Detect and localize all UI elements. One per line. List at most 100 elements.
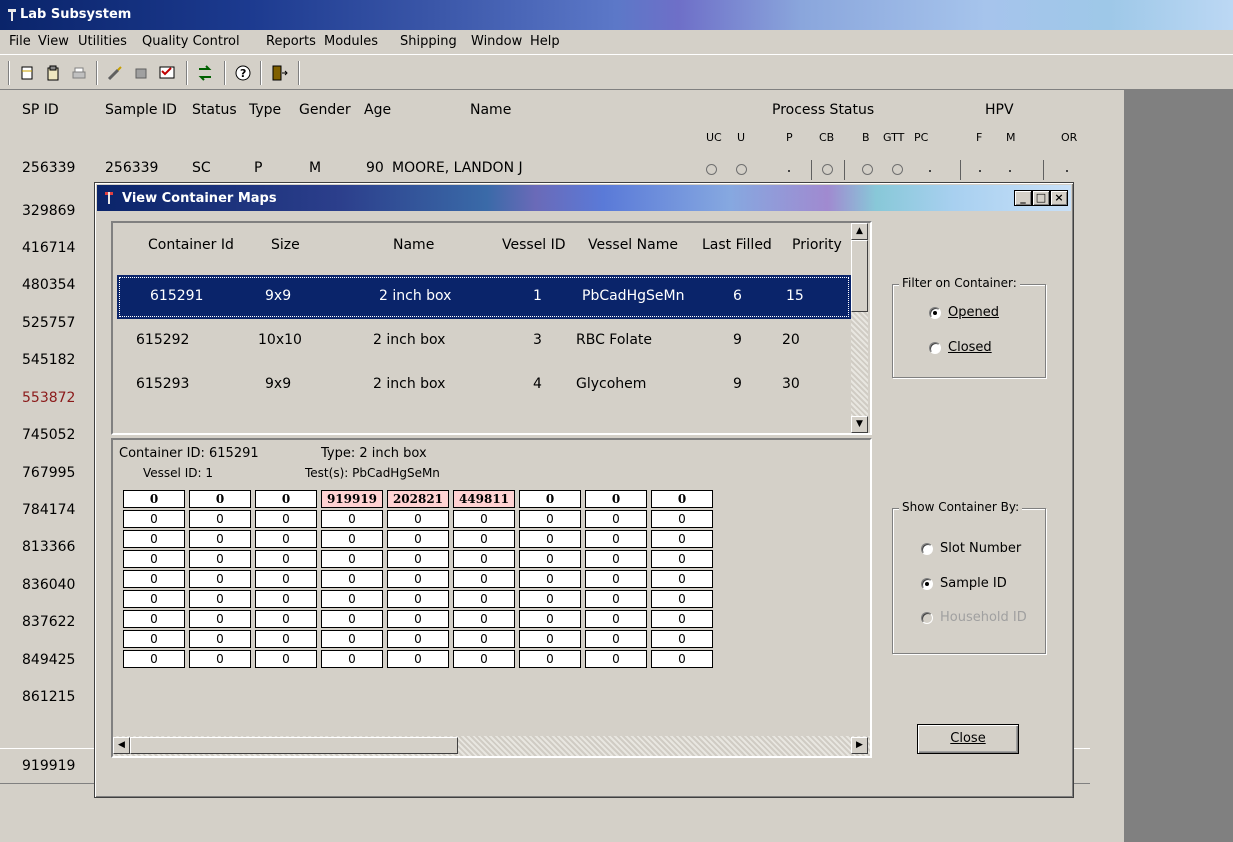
container-list[interactable]: Container Id Size Name Vessel ID Vessel … <box>111 221 872 435</box>
map-slot-cell[interactable]: 0 <box>123 610 185 628</box>
list-row-selected[interactable]: 615291 9x9 2 inch box 1 PbCadHgSeMn 6 15 <box>117 275 851 319</box>
map-slot-cell[interactable]: 0 <box>255 650 317 668</box>
map-slot-cell[interactable]: 0 <box>585 650 647 668</box>
syringe-icon[interactable] <box>104 62 126 84</box>
map-slot-cell[interactable]: 0 <box>255 490 317 508</box>
map-slot-cell[interactable]: 0 <box>585 530 647 548</box>
list-header-vessel-name[interactable]: Vessel Name <box>588 237 678 253</box>
map-slot-cell[interactable]: 0 <box>519 530 581 548</box>
list-header-size[interactable]: Size <box>271 237 300 253</box>
filter-opened-radio[interactable]: Opened <box>929 305 999 320</box>
map-slot-cell[interactable]: 0 <box>519 510 581 528</box>
map-slot-cell[interactable]: 0 <box>189 650 251 668</box>
map-slot-cell[interactable]: 0 <box>585 510 647 528</box>
map-slot-cell[interactable]: 0 <box>387 590 449 608</box>
map-slot-cell[interactable]: 0 <box>189 550 251 568</box>
map-slot-cell[interactable]: 0 <box>651 530 713 548</box>
list-row[interactable]: 615293 9x9 2 inch box 4 Glycohem 9 30 <box>117 363 851 407</box>
map-slot-cell[interactable]: 0 <box>189 570 251 588</box>
sp-id-item[interactable]: 767995 <box>22 465 75 481</box>
map-horizontal-scrollbar[interactable]: ◀ ▶ <box>113 736 870 756</box>
map-slot-cell[interactable]: 0 <box>453 590 515 608</box>
map-slot-cell[interactable]: 0 <box>519 610 581 628</box>
box-icon[interactable] <box>130 62 152 84</box>
map-slot-cell[interactable]: 0 <box>255 590 317 608</box>
sp-id-item[interactable]: 745052 <box>22 427 75 443</box>
exit-door-icon[interactable] <box>268 62 290 84</box>
menu-help[interactable]: Help <box>530 34 560 49</box>
map-slot-cell[interactable]: 0 <box>189 590 251 608</box>
map-slot-cell[interactable]: 0 <box>453 650 515 668</box>
map-slot-cell[interactable]: 0 <box>387 570 449 588</box>
map-slot-cell[interactable]: 449811 <box>453 490 515 508</box>
map-slot-cell[interactable]: 0 <box>585 490 647 508</box>
menu-shipping[interactable]: Shipping <box>400 34 457 49</box>
map-slot-cell[interactable]: 0 <box>189 490 251 508</box>
transfer-icon[interactable] <box>194 62 216 84</box>
map-slot-cell[interactable]: 0 <box>123 630 185 648</box>
list-header-last-filled[interactable]: Last Filled <box>702 237 772 253</box>
map-slot-cell[interactable]: 0 <box>651 570 713 588</box>
list-header-priority[interactable]: Priority <box>792 237 842 253</box>
sp-id-item[interactable]: 329869 <box>22 203 75 219</box>
map-slot-cell[interactable]: 0 <box>651 550 713 568</box>
map-slot-cell[interactable]: 0 <box>519 650 581 668</box>
menu-reports[interactable]: Reports <box>266 34 316 49</box>
new-document-icon[interactable] <box>16 62 38 84</box>
scroll-thumb[interactable] <box>851 240 868 312</box>
map-slot-cell[interactable]: 0 <box>453 510 515 528</box>
map-slot-cell[interactable]: 0 <box>651 490 713 508</box>
list-vertical-scrollbar[interactable]: ▲ ▼ <box>851 223 868 433</box>
map-slot-cell[interactable]: 0 <box>321 550 383 568</box>
map-slot-cell[interactable]: 0 <box>123 490 185 508</box>
map-slot-cell[interactable]: 202821 <box>387 490 449 508</box>
sp-id-item[interactable]: 480354 <box>22 277 75 293</box>
sp-id-item[interactable]: 525757 <box>22 315 75 331</box>
sp-id-item-highlighted[interactable]: 553872 <box>22 390 75 406</box>
sp-id-item[interactable]: 416714 <box>22 240 75 256</box>
menu-window[interactable]: Window <box>471 34 522 49</box>
map-slot-cell[interactable]: 0 <box>387 530 449 548</box>
map-slot-cell[interactable]: 0 <box>651 610 713 628</box>
map-slot-cell[interactable]: 0 <box>387 610 449 628</box>
map-slot-cell[interactable]: 0 <box>651 650 713 668</box>
map-slot-cell[interactable]: 0 <box>255 610 317 628</box>
map-slot-cell[interactable]: 0 <box>585 550 647 568</box>
map-slot-cell[interactable]: 0 <box>453 550 515 568</box>
map-slot-cell[interactable]: 0 <box>453 630 515 648</box>
map-slot-cell[interactable]: 0 <box>519 590 581 608</box>
scroll-thumb[interactable] <box>130 737 458 754</box>
map-slot-cell[interactable]: 0 <box>585 570 647 588</box>
map-slot-cell[interactable]: 0 <box>651 590 713 608</box>
map-slot-cell[interactable]: 0 <box>123 550 185 568</box>
map-slot-cell[interactable]: 0 <box>123 590 185 608</box>
map-slot-cell[interactable]: 0 <box>585 590 647 608</box>
map-slot-cell[interactable]: 0 <box>321 650 383 668</box>
map-slot-cell[interactable]: 0 <box>453 570 515 588</box>
map-slot-cell[interactable]: 0 <box>453 530 515 548</box>
map-slot-cell[interactable]: 0 <box>123 650 185 668</box>
close-window-button[interactable]: × <box>1050 190 1068 206</box>
map-slot-cell[interactable]: 0 <box>255 550 317 568</box>
restore-button[interactable]: □ <box>1032 190 1050 206</box>
map-slot-cell[interactable]: 919919 <box>321 490 383 508</box>
map-slot-cell[interactable]: 0 <box>585 610 647 628</box>
map-slot-cell[interactable]: 0 <box>321 570 383 588</box>
clipboard-icon[interactable] <box>42 62 64 84</box>
sp-id-item[interactable]: 837622 <box>22 614 75 630</box>
menu-modules[interactable]: Modules <box>324 34 378 49</box>
map-slot-cell[interactable]: 0 <box>255 630 317 648</box>
map-slot-cell[interactable]: 0 <box>387 650 449 668</box>
map-slot-cell[interactable]: 0 <box>387 630 449 648</box>
map-slot-cell[interactable]: 0 <box>189 530 251 548</box>
print-icon[interactable] <box>68 62 90 84</box>
map-slot-cell[interactable]: 0 <box>519 570 581 588</box>
map-slot-cell[interactable]: 0 <box>321 510 383 528</box>
map-slot-cell[interactable]: 0 <box>387 550 449 568</box>
map-slot-cell[interactable]: 0 <box>519 630 581 648</box>
sp-id-item[interactable]: 836040 <box>22 577 75 593</box>
scroll-down-icon[interactable]: ▼ <box>851 416 868 433</box>
map-slot-cell[interactable]: 0 <box>651 510 713 528</box>
sp-id-item[interactable]: 849425 <box>22 652 75 668</box>
sp-id-item[interactable]: 545182 <box>22 352 75 368</box>
